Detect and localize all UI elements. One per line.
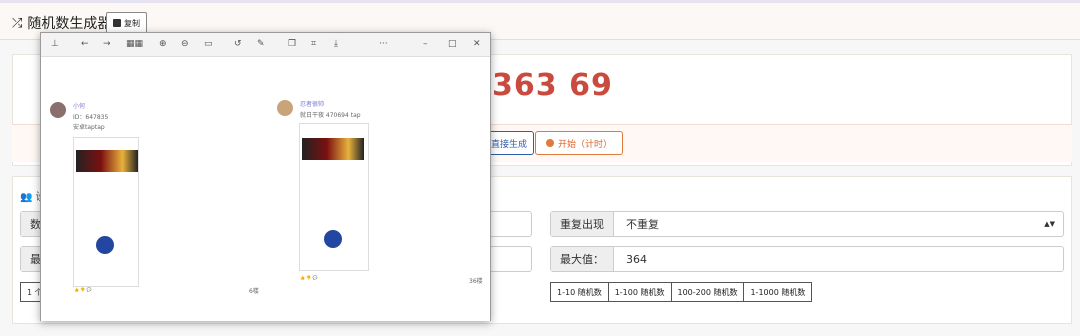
post1-floor: 6楼 (249, 288, 259, 295)
start-label: 开始（计时） (558, 139, 613, 150)
crop-icon[interactable]: ⌗ (311, 39, 316, 49)
copy-label: 复制 (124, 18, 140, 28)
zoom-out-icon[interactable]: ⊖ (181, 39, 189, 49)
post2-screenshot (299, 123, 369, 271)
copy-icon (113, 19, 121, 27)
back-icon[interactable]: ← (81, 39, 89, 49)
title-text: 随机数生成器 (27, 16, 112, 32)
viewer-toolbar: ⊥ ← → ▦▦ ⊕ ⊖ ▭ ↺ ✎ ❐ ⌗ ⤓ ··· – □ ✕ (41, 33, 490, 57)
zoom-in-icon[interactable]: ⊕ (159, 39, 167, 49)
close-icon[interactable]: ✕ (473, 39, 481, 49)
preset-1-10[interactable]: 1-10 随机数 (550, 282, 609, 302)
preset-1-100[interactable]: 1-100 随机数 (607, 282, 672, 302)
direct-generate-button[interactable]: 直接生成 (484, 131, 535, 155)
game-banner (302, 138, 364, 160)
forward-icon[interactable]: → (103, 39, 111, 49)
post2-floor: 36楼 (469, 278, 483, 285)
range-presets: 1-10 随机数 1-100 随机数 100-200 随机数 1-1000 随机… (550, 282, 813, 302)
copy-button[interactable]: 复制 (106, 12, 147, 34)
download-icon[interactable]: ⤓ (334, 39, 338, 49)
clock-icon (546, 139, 554, 147)
grid-icon[interactable]: ▦▦ (126, 39, 143, 49)
avatar (50, 102, 66, 118)
post2-name: 忍者很帅 (300, 101, 325, 108)
repeat-select[interactable]: 重复出现 不重复 ▲▼ (550, 211, 1064, 237)
viewer-image: 小何 ID：647835 安卓taptap 👍 👎 💬 6楼 忍者很帅 就日干夜… (41, 57, 490, 321)
shuffle-icon: ⤮ (12, 15, 23, 31)
users-icon: 👥 (20, 192, 33, 203)
minimize-icon[interactable]: – (423, 39, 428, 49)
repeat-label: 重复出现 (551, 212, 614, 236)
mascot-image (324, 230, 342, 248)
post1-subtitle: 安卓taptap (73, 124, 105, 131)
max-label: 最大值： (551, 247, 614, 271)
max-field[interactable]: 最大值： 364 (550, 246, 1064, 272)
copy-image-icon[interactable]: ❐ (288, 39, 296, 49)
image-viewer-window[interactable]: ⊥ ← → ▦▦ ⊕ ⊖ ▭ ↺ ✎ ❐ ⌗ ⤓ ··· – □ ✕ 小何 ID… (40, 32, 491, 321)
rotate-icon[interactable]: ↺ (234, 39, 242, 49)
maximize-icon[interactable]: □ (448, 39, 457, 49)
preset-100-200[interactable]: 100-200 随机数 (670, 282, 745, 302)
post1-actions: 👍 👎 💬 (74, 287, 92, 292)
post2-actions: 👍 👎 💬 (300, 275, 318, 280)
edit-icon[interactable]: ✎ (257, 39, 265, 49)
post1-id: ID：647835 (73, 114, 109, 121)
repeat-value: 不重复 (626, 218, 659, 231)
post1-screenshot (73, 137, 139, 287)
post1-name: 小何 (73, 103, 86, 110)
result-numbers: 363 69 (492, 68, 613, 103)
post2-meta: 就日干夜 470694 tap (300, 112, 361, 119)
game-banner (76, 150, 138, 172)
more-icon[interactable]: ··· (379, 39, 388, 49)
preset-1-1000[interactable]: 1-1000 随机数 (743, 282, 813, 302)
avatar (277, 100, 293, 116)
fit-icon[interactable]: ▭ (204, 39, 213, 49)
select-caret-icon: ▲▼ (1044, 220, 1055, 228)
max-value: 364 (626, 252, 647, 266)
page-title: ⤮ 随机数生成器 (12, 13, 111, 33)
start-timed-button[interactable]: 开始（计时） (535, 131, 624, 155)
mascot-image (96, 236, 114, 254)
pin-icon[interactable]: ⊥ (51, 39, 59, 49)
